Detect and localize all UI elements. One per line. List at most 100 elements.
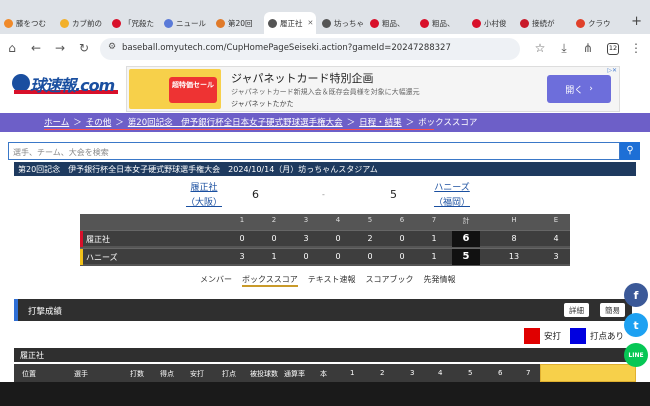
home-icon[interactable]: ⌂: [4, 41, 20, 55]
search-button[interactable]: ⚲: [620, 142, 640, 160]
batting-column: 位置: [22, 370, 36, 378]
scoreboard-cell: 1: [431, 234, 437, 243]
batting-column: 7: [526, 369, 531, 377]
site-info-icon[interactable]: ⚙: [104, 42, 120, 52]
ad-choices-icon[interactable]: ▷✕: [607, 67, 617, 74]
share-icon[interactable]: ⋔: [580, 41, 596, 55]
url-text: baseball.omyutech.com/CupHomePageSeiseki…: [122, 43, 451, 53]
browser-tab[interactable]: 「咒殺た: [108, 13, 158, 33]
yahoo-icon: [112, 18, 121, 28]
breadcrumb-item[interactable]: ホーム: [44, 116, 69, 128]
browser-tab[interactable]: 粗品、: [366, 13, 414, 33]
scoreboard-header: 2: [271, 216, 277, 224]
ad-advertiser: ジャパネットたかた: [231, 100, 294, 108]
batting-column: 3: [410, 369, 415, 377]
browser-tab[interactable]: 第20回: [212, 13, 262, 33]
scoreboard-total: 6: [452, 231, 480, 247]
batting-column: 被投球数: [250, 370, 278, 378]
yahoo-icon: [370, 18, 379, 28]
line-icon[interactable]: LINE: [624, 343, 648, 367]
tab-count-button[interactable]: 12: [607, 43, 619, 55]
breadcrumb-separator: ＞: [115, 118, 124, 128]
ad-image[interactable]: 超特価セール: [129, 69, 221, 109]
scoreboard-header: 4: [335, 216, 341, 224]
close-tab-icon[interactable]: ✕: [308, 19, 314, 27]
away-team-link[interactable]: ハニーズ: [422, 180, 482, 193]
bolt-icon: [576, 18, 585, 28]
scoreboard-header: 計: [462, 217, 470, 225]
scoreboard-cell: 0: [367, 252, 373, 261]
browser-tab[interactable]: 接続が: [516, 13, 570, 33]
detail-button[interactable]: 詳細: [564, 303, 589, 317]
batting-column: 1: [350, 369, 355, 377]
browser-tab[interactable]: クラウ: [572, 13, 624, 33]
batting-column: 5: [468, 369, 473, 377]
address-bar[interactable]: ⚙ baseball.omyutech.com/CupHomePageSeise…: [100, 38, 520, 60]
scoreboard-cell: 4: [553, 234, 559, 243]
scoreboard-cell: 0: [399, 252, 405, 261]
browser-tab[interactable]: 小村俊: [468, 13, 514, 33]
browser-tab[interactable]: 坊っちゃ: [318, 13, 364, 33]
batting-column: 打点: [222, 370, 236, 378]
tab-label: 第20回: [228, 18, 253, 28]
tab-label: 膝をつむ: [16, 18, 46, 28]
scoreboard-row: ハニーズ 3 1 0 0 0 0 1 5 13 3: [80, 248, 570, 265]
browser-tab[interactable]: 履正社 ✕: [264, 12, 316, 34]
breadcrumb-item: ボックススコア: [418, 118, 478, 128]
back-icon[interactable]: ←: [28, 41, 44, 55]
scoreboard-header: 7: [431, 216, 437, 224]
breadcrumb-item[interactable]: その他: [86, 116, 112, 128]
browser-tab[interactable]: カブ前の: [56, 13, 106, 33]
batting-column: 得点: [160, 370, 174, 378]
reload-icon[interactable]: ↻: [76, 41, 92, 55]
subnav-tab[interactable]: テキスト速報: [308, 274, 356, 287]
breadcrumb-item[interactable]: 第20回記念 伊予銀行杯全日本女子硬式野球選手権大会: [128, 116, 343, 128]
browser-tab[interactable]: 膝をつむ: [0, 13, 52, 33]
facebook-icon[interactable]: f: [624, 283, 648, 307]
download-icon[interactable]: ⤓: [556, 41, 572, 56]
scoreboard-header: 5: [367, 216, 373, 224]
browser-tab[interactable]: 粗品、: [416, 13, 466, 33]
ad-banner[interactable]: 超特価セール ジャパネットカード特別企画 ジャパネットカード新規入会＆既存会員様…: [126, 66, 620, 112]
tab-label: 粗品、: [432, 18, 455, 28]
scoreboard-cell: 8: [511, 234, 517, 243]
scoreboard-header: E: [553, 216, 559, 224]
home-team-score: 6: [252, 188, 259, 201]
simple-button[interactable]: 簡易: [600, 303, 625, 317]
ad-title[interactable]: ジャパネットカード特別企画: [231, 70, 373, 86]
breadcrumb-item[interactable]: 日程・結果: [359, 116, 402, 128]
legend-hit: 安打: [524, 328, 561, 344]
subnav-tab[interactable]: スコアブック: [366, 274, 414, 287]
batting-column: 4: [438, 369, 443, 377]
legend-rbi: 打点あり: [570, 328, 624, 344]
globe-icon: [268, 18, 277, 28]
breadcrumb-separator: ＞: [405, 118, 415, 128]
chevron-right-icon: ›: [589, 84, 593, 94]
search-input[interactable]: 選手、チーム、大会を検索: [8, 142, 620, 160]
away-team-region[interactable]: （福岡）: [422, 195, 482, 208]
page-icon: [4, 18, 13, 28]
side-ad[interactable]: [540, 364, 636, 382]
breadcrumb-separator: ＞: [73, 118, 82, 128]
batting-column: 選手: [74, 370, 88, 378]
twitter-icon[interactable]: t: [624, 313, 648, 337]
browser-tab[interactable]: ニュール: [160, 13, 210, 33]
circle-icon: [472, 18, 481, 28]
home-team-link[interactable]: 履正社: [174, 180, 234, 193]
bookmark-star-icon[interactable]: ☆: [532, 41, 548, 55]
hit-label: 安打: [544, 332, 562, 342]
new-tab-icon[interactable]: +: [631, 14, 642, 29]
subnav-tab[interactable]: ボックススコア: [242, 274, 298, 287]
scoreboard-cell: 0: [335, 234, 341, 243]
scoreboard-header: 6: [399, 216, 405, 224]
forward-icon[interactable]: →: [52, 41, 68, 55]
menu-icon[interactable]: ⋮: [628, 41, 644, 55]
site-logo[interactable]: 球速報.com: [10, 68, 122, 98]
subnav-tab[interactable]: メンバー: [200, 274, 232, 287]
search-bar: 選手、チーム、大会を検索 ⚲: [8, 142, 640, 160]
ad-open-button[interactable]: 開く ›: [547, 75, 611, 103]
subnav-tab[interactable]: 先発情報: [424, 274, 456, 287]
scoreboard-cell: 1: [271, 252, 277, 261]
game-subnav: メンバー ボックススコア テキスト速報 スコアブック 先発情報: [200, 274, 456, 287]
home-team-region[interactable]: （大阪）: [174, 195, 234, 208]
